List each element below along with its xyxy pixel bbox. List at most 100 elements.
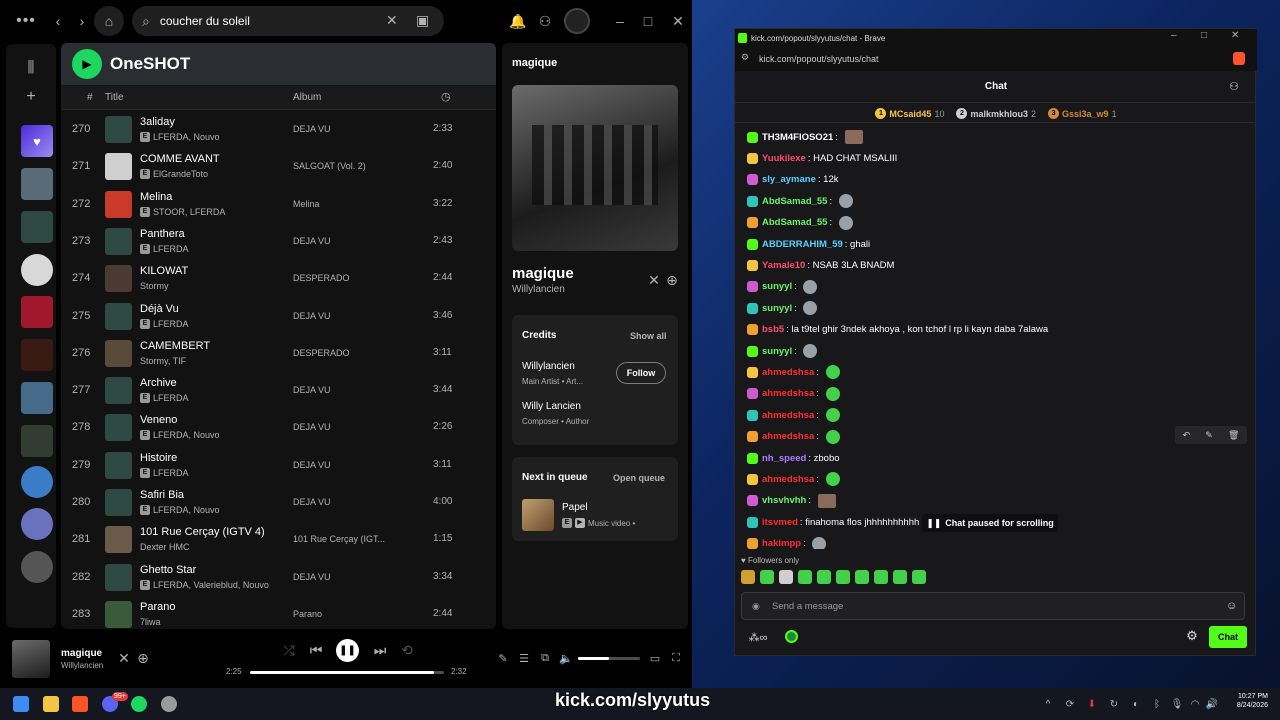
friends-icon[interactable]: ⚇ (537, 12, 553, 30)
quick-emote[interactable] (874, 570, 888, 584)
library-item[interactable] (21, 254, 53, 286)
gifter-name[interactable]: MCsaid45 (889, 109, 931, 119)
clock[interactable]: 10:27 PM 8/24/2026 (1228, 693, 1268, 709)
more-icon[interactable]: ••• (14, 12, 38, 30)
quick-emote[interactable] (741, 570, 755, 584)
chat-username[interactable]: ahmedshsa (762, 367, 814, 378)
track-artists-text[interactable]: Dexter HMC (140, 542, 190, 552)
track-artists-text[interactable]: LFERDA (153, 468, 189, 478)
track-album[interactable]: DEJA VU (293, 385, 331, 395)
chat-message[interactable]: TH3M4FIOSO21: (747, 129, 863, 145)
search-input[interactable]: ⌕ coucher du soleil ✕ ▣ (132, 6, 444, 36)
library-item[interactable] (21, 382, 53, 414)
chat-username[interactable]: Yuukilexe (762, 153, 806, 164)
track-album[interactable]: DEJA VU (293, 236, 331, 246)
chat-username[interactable]: hakimpp (762, 538, 801, 549)
track-artists-text[interactable]: STOOR, LFERDA (153, 207, 225, 217)
volume-slider[interactable] (578, 657, 640, 660)
track-title[interactable]: Histoire (140, 452, 177, 464)
start-icon[interactable] (13, 696, 29, 712)
track-row[interactable]: 270 3aliday E LFERDA, Nouvo DEJA VU 2:33 (61, 111, 496, 148)
kick-coin-icon[interactable] (785, 630, 798, 643)
track-album[interactable]: DEJA VU (293, 124, 331, 134)
chat-message[interactable]: sunyyl: (747, 279, 818, 295)
chat-message[interactable]: ahmedshsa: (747, 429, 840, 445)
track-title[interactable]: CAMEMBERT (140, 340, 210, 352)
green-face-emote[interactable] (825, 472, 840, 487)
home-icon[interactable]: ⌂ (94, 6, 124, 36)
tray-overflow-icon[interactable]: ^ (1042, 697, 1054, 711)
chat-username[interactable]: Yamale10 (762, 260, 805, 271)
play-button[interactable]: ▶ (72, 49, 102, 79)
gifter-name[interactable]: Gssi3a_w9 (1062, 109, 1109, 119)
brave-shield-icon[interactable] (1233, 52, 1245, 65)
tray-icon[interactable]: ↻ (1108, 697, 1120, 711)
chatters-icon[interactable]: ⚇ (1227, 79, 1241, 93)
chat-message[interactable]: sunyyl: (747, 300, 818, 316)
pause-button[interactable]: ❚❚ (336, 639, 359, 662)
volume-icon[interactable]: 🔊 (1206, 697, 1218, 711)
add-icon[interactable]: + (22, 88, 40, 106)
tray-icon[interactable]: ⬇ (1086, 697, 1098, 711)
player-artist[interactable]: Willylancien (61, 661, 103, 670)
track-artists-text[interactable]: LFERDA (153, 244, 189, 254)
track-title[interactable]: COMME AVANT (140, 153, 220, 165)
notification-icon[interactable]: 🔔 (509, 12, 526, 30)
quick-emote[interactable] (836, 570, 850, 584)
settings-icon[interactable]: ⚙ (1185, 628, 1199, 643)
lyrics-icon[interactable]: ✎ (497, 651, 509, 665)
maximize-icon[interactable]: □ (641, 12, 655, 30)
file-explorer-icon[interactable] (43, 696, 59, 712)
rat-emote[interactable] (803, 301, 818, 316)
obs-icon[interactable] (161, 696, 177, 712)
chat-username[interactable]: TH3M4FIOSO21 (762, 132, 833, 143)
show-all-link[interactable]: Show all (630, 331, 667, 341)
pin-icon[interactable]: ✎ (1205, 430, 1213, 441)
track-row[interactable]: 280 Safiri Bia E LFERDA, Nouvo DEJA VU 4:00 (61, 484, 496, 521)
browse-icon[interactable]: ▣ (416, 12, 429, 29)
library-item[interactable] (21, 425, 53, 457)
quick-emote[interactable] (855, 570, 869, 584)
top-gifter[interactable]: 3 Gssi3a_w9 1 (1048, 108, 1117, 119)
quick-emote[interactable] (912, 570, 926, 584)
track-album[interactable]: Melina (293, 199, 320, 209)
library-item[interactable] (21, 508, 53, 540)
track-row[interactable]: 279 Histoire E LFERDA DEJA VU 3:11 (61, 447, 496, 484)
green-face-emote[interactable] (825, 386, 840, 401)
top-gifter[interactable]: 2 malkmkhlou3 2 (956, 108, 1036, 119)
green-face-emote[interactable] (825, 365, 840, 380)
track-row[interactable]: 277 Archive E LFERDA DEJA VU 3:44 (61, 372, 496, 409)
chat-username[interactable]: vhsvhvhh (762, 495, 806, 506)
quick-emote[interactable] (760, 570, 774, 584)
quick-emote[interactable] (893, 570, 907, 584)
follow-button[interactable]: Follow (616, 362, 666, 384)
chat-message[interactable]: ABDERRAHIM_59: ghali (747, 236, 870, 252)
close-icon[interactable]: ✕ (671, 12, 685, 30)
spotify-icon[interactable] (131, 696, 147, 712)
fullscreen-icon[interactable]: ⛶ (670, 651, 682, 665)
chat-username[interactable]: itsvmed (762, 517, 798, 528)
shuffle-icon[interactable]: ⤮ (282, 642, 296, 658)
microphone-icon[interactable]: 🎙 (1171, 697, 1184, 711)
send-chat-button[interactable]: Chat (1209, 626, 1247, 648)
track-album[interactable]: DEJA VU (293, 311, 331, 321)
chat-message[interactable]: nh_speed: zbobo (747, 450, 840, 466)
chat-username[interactable]: sunyyl (762, 281, 792, 292)
column-title[interactable]: Title (105, 92, 124, 103)
library-item[interactable] (21, 339, 53, 371)
track-album[interactable]: DESPERADO (293, 273, 350, 283)
devices-icon[interactable]: ⧉ (539, 651, 551, 665)
reply-icon[interactable]: ↶ (1183, 430, 1191, 441)
chat-username[interactable]: AbdSamad_55 (762, 217, 827, 228)
chat-message[interactable]: AbdSamad_55: (747, 193, 853, 209)
face-emote[interactable] (817, 493, 836, 508)
track-title[interactable]: Melina (140, 191, 172, 203)
chat-message[interactable]: itsvmed: finahoma flos jhhhhhhhhhh (747, 514, 919, 530)
chat-message[interactable]: sly_aymane: 12k (747, 172, 838, 188)
chat-username[interactable]: nh_speed (762, 453, 806, 464)
brave-icon[interactable] (72, 696, 88, 712)
profile-avatar[interactable] (564, 8, 590, 34)
next-song-title[interactable]: Papel (562, 502, 588, 513)
top-gifter[interactable]: 1 MCsaid45 10 (875, 108, 944, 119)
forward-icon[interactable]: › (74, 12, 90, 30)
